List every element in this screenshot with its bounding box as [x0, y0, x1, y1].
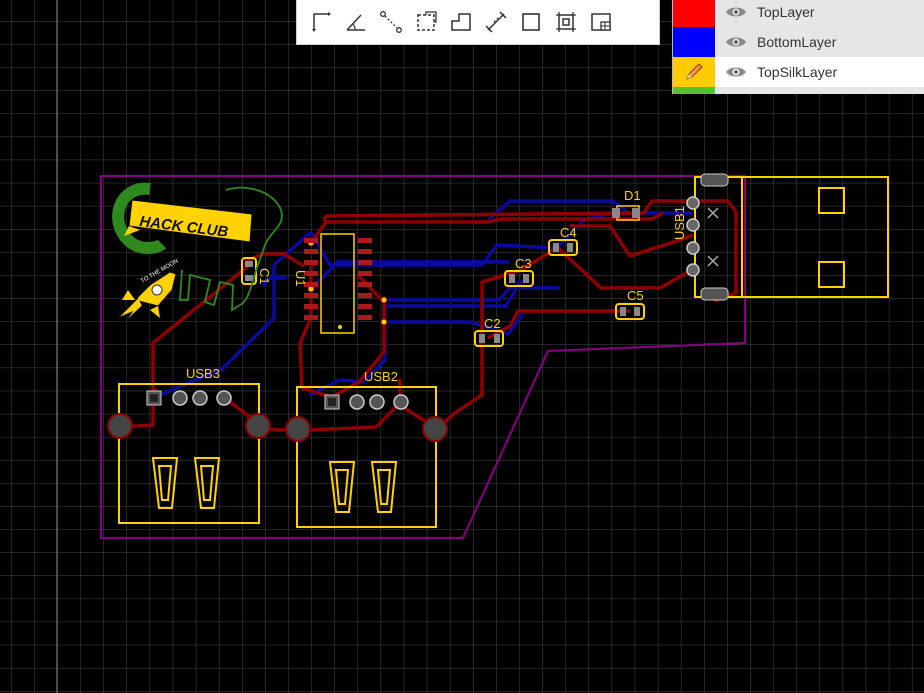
bottomlayer-name: BottomLayer: [757, 34, 837, 50]
c4-label: C4: [560, 225, 577, 240]
layer-row-toplayer[interactable]: TopLayer: [673, 0, 924, 27]
usb3-label: USB3: [186, 366, 220, 381]
track-tool-icon[interactable]: [305, 7, 336, 38]
pencil-icon: [686, 63, 703, 80]
next-layer-color-swatch[interactable]: [673, 87, 715, 94]
toplayer-name: TopLayer: [757, 4, 815, 20]
dimension-tool-icon[interactable]: [480, 7, 511, 38]
solid-region-tool-icon[interactable]: [445, 7, 476, 38]
topsilklayer-name: TopSilkLayer: [757, 64, 838, 80]
group-select-tool-icon[interactable]: [550, 7, 581, 38]
rectangle-tool-icon[interactable]: [515, 7, 546, 38]
c5-label: C5: [627, 288, 644, 303]
usb1-label: USB1: [672, 206, 687, 240]
pcb-canvas[interactable]: USB3 USB2 USB1 D1 C2 C3 C4 C5 C1 U1 HACK…: [0, 0, 924, 693]
eye-icon[interactable]: [723, 27, 749, 57]
connect-pad-tool-icon[interactable]: [375, 7, 406, 38]
drawing-toolbar: [296, 0, 660, 45]
eye-icon[interactable]: [723, 0, 749, 27]
image-tool-icon[interactable]: [585, 7, 616, 38]
eye-icon[interactable]: [723, 57, 749, 87]
layer-row-topsilklayer[interactable]: TopSilkLayer: [673, 57, 924, 87]
grid: [0, 0, 924, 693]
c1-label: C1: [257, 268, 272, 285]
usb2-label: USB2: [364, 369, 398, 384]
dashed-rectangle-tool-icon[interactable]: [410, 7, 441, 38]
angle-tool-icon[interactable]: [340, 7, 371, 38]
u1-label: U1: [293, 270, 308, 287]
d1-label: D1: [624, 188, 641, 203]
bottomlayer-color-swatch[interactable]: [673, 27, 715, 57]
c2-label: C2: [484, 316, 501, 331]
toplayer-color-swatch[interactable]: [673, 0, 715, 27]
topsilklayer-color-swatch[interactable]: [673, 57, 715, 87]
layer-row-bottomlayer[interactable]: BottomLayer: [673, 27, 924, 57]
c3-label: C3: [515, 256, 532, 271]
layers-panel: TopLayer BottomLayer TopSilkLayer: [672, 0, 924, 94]
